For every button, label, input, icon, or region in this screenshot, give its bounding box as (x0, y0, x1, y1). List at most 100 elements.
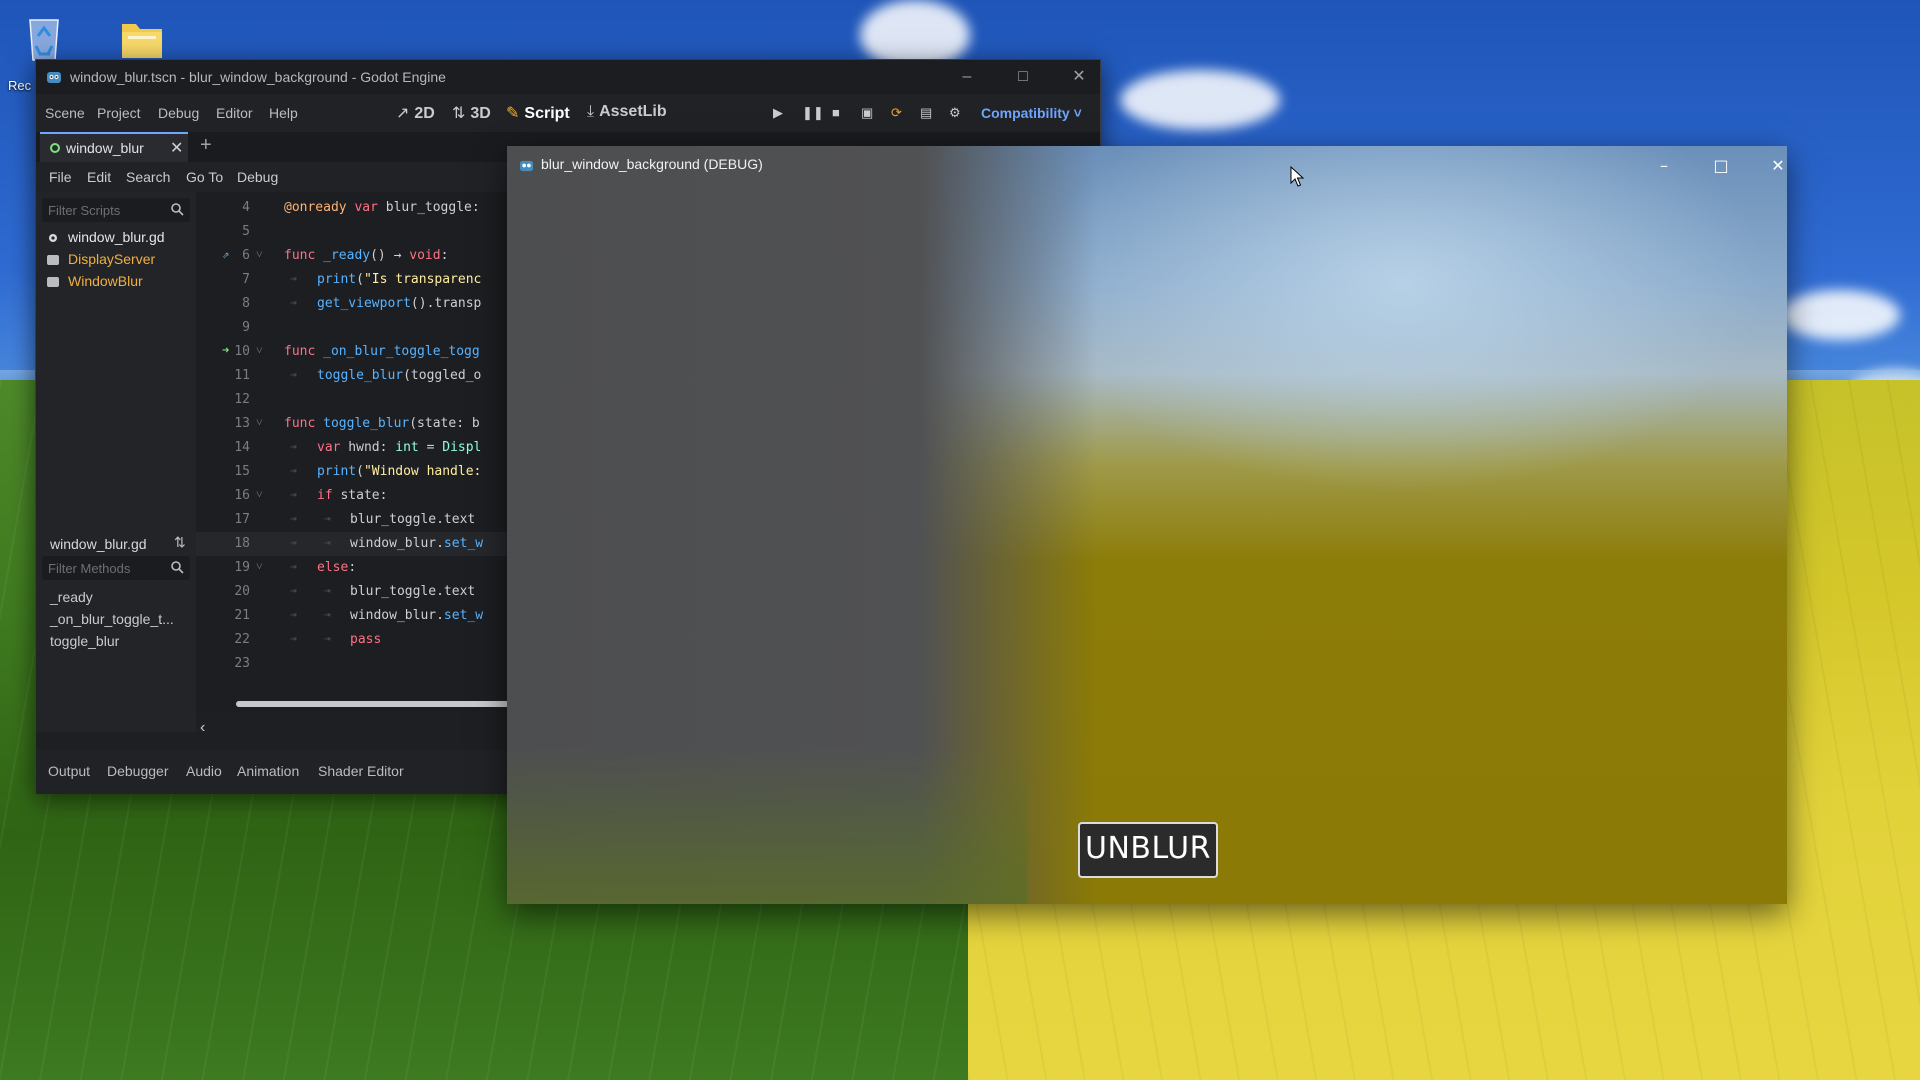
search-icon (171, 203, 184, 216)
blurred-field-region (507, 746, 1027, 904)
recycle-bin-icon (29, 19, 59, 61)
line-number: 6 (242, 248, 250, 263)
gear-icon (49, 234, 57, 242)
line-number: 21 (234, 608, 250, 623)
code-text: window_blur.set_w (350, 608, 484, 623)
method-item[interactable]: toggle_blur (50, 633, 119, 649)
mode-3d-button[interactable]: ⇅ 3D (452, 103, 491, 123)
fold-arrow-icon[interactable]: ˅ (256, 247, 263, 262)
script-menu-search[interactable]: Search (126, 169, 170, 185)
code-text: toggle_blur(toggled_o (317, 368, 482, 383)
line-number: 15 (234, 464, 250, 479)
game-close-button[interactable]: ✕ (1755, 152, 1787, 180)
line-number: 11 (234, 368, 250, 383)
line-number: 20 (234, 584, 250, 599)
script-item-label: WindowBlur (68, 273, 143, 289)
mode-assetlib-label: AssetLib (599, 103, 667, 120)
script-menu-goto[interactable]: Go To (186, 169, 223, 185)
code-text: var hwnd: int = Displ (317, 440, 482, 455)
tab-shader-editor[interactable]: Shader Editor (318, 763, 404, 779)
game-minimize-button[interactable]: – (1641, 152, 1687, 180)
method-item[interactable]: _ready (50, 589, 93, 605)
code-text: get_viewport().transp (317, 296, 482, 311)
tab-animation[interactable]: Animation (237, 763, 299, 779)
fold-arrow-icon[interactable]: ˅ (256, 559, 263, 574)
tab-marker-icon: ⇥ (290, 296, 297, 309)
game-debug-window: blur_window_background (DEBUG) – □ ✕ UNB… (507, 146, 1787, 904)
mode-2d-label: 2D (414, 105, 435, 122)
add-scene-tab-button[interactable]: + (200, 134, 212, 157)
methods-panel-title: window_blur.gd (50, 536, 147, 552)
menu-editor[interactable]: Editor (216, 105, 253, 121)
script-mode-icon: ✎ (506, 105, 520, 122)
tab-marker-icon: ⇥ (290, 536, 297, 549)
stop-button[interactable]: ■ (832, 105, 840, 120)
script-item-window-blur-gd[interactable]: window_blur.gd (46, 228, 186, 248)
script-item-label: window_blur.gd (68, 229, 165, 245)
game-maximize-button[interactable]: □ (1698, 152, 1744, 180)
filter-methods-box (42, 556, 190, 580)
line-number: 8 (242, 296, 250, 311)
line-number: 17 (234, 512, 250, 527)
code-text: if state: (317, 488, 388, 503)
menu-help[interactable]: Help (269, 105, 298, 121)
code-text: pass (350, 632, 382, 647)
reload-icon[interactable]: ⟳ (891, 105, 902, 121)
scene-tab-window-blur[interactable]: window_blur ✕ (40, 132, 188, 162)
menu-debug[interactable]: Debug (158, 105, 199, 121)
line-number: 4 (242, 200, 250, 215)
method-item[interactable]: _on_blur_toggle_t... (50, 611, 174, 627)
pause-button[interactable]: ❚❚ (802, 105, 824, 121)
line-number: 9 (242, 320, 250, 335)
tab-marker-icon: ⇥ (290, 368, 297, 381)
script-item-displayserver[interactable]: DisplayServer (46, 250, 186, 270)
collapse-panel-icon[interactable]: ‹ (200, 719, 205, 737)
line-number: 18 (234, 536, 250, 551)
fold-arrow-icon[interactable]: ˅ (256, 487, 263, 502)
tab-debugger[interactable]: Debugger (107, 763, 169, 779)
code-text: blur_toggle.text (350, 584, 476, 599)
minimize-button[interactable]: – (944, 64, 990, 90)
remote-debug-icon[interactable]: ▣ (861, 105, 873, 121)
mouse-cursor-icon (1290, 166, 1304, 187)
tab-audio[interactable]: Audio (186, 763, 222, 779)
script-item-windowblur[interactable]: WindowBlur (46, 272, 186, 292)
godot-logo-icon (519, 160, 534, 172)
movie-maker-icon[interactable]: ▤ (920, 105, 932, 121)
close-button[interactable]: ✕ (1056, 64, 1102, 90)
fold-arrow-icon[interactable]: ˅ (256, 343, 263, 358)
maximize-button[interactable]: □ (1000, 64, 1046, 90)
unblur-toggle-button[interactable]: UNBLUR (1078, 822, 1218, 878)
tab-marker-icon: ⇥ (324, 632, 331, 645)
mode-assetlib-button[interactable]: ⤓ AssetLib (587, 103, 667, 121)
line-number: 12 (234, 392, 250, 407)
3d-mode-icon: ⇅ (452, 105, 466, 122)
debug-settings-icon[interactable]: ⚙ (949, 105, 961, 121)
menu-project[interactable]: Project (97, 105, 141, 121)
mode-script-button[interactable]: ✎ Script (506, 103, 570, 123)
script-menu-file[interactable]: File (49, 169, 72, 185)
filter-methods-input[interactable] (48, 559, 166, 577)
folder-icon (122, 24, 162, 58)
line-number: 23 (234, 656, 250, 671)
close-tab-icon[interactable]: ✕ (170, 138, 183, 158)
mode-3d-label: 3D (470, 105, 491, 122)
line-number: 14 (234, 440, 250, 455)
mode-2d-button[interactable]: ↗ 2D (396, 103, 435, 123)
script-menu-edit[interactable]: Edit (87, 169, 111, 185)
sort-methods-icon[interactable]: ⇅ (174, 534, 186, 551)
game-title-bar[interactable]: blur_window_background (DEBUG) – □ ✕ (507, 146, 1787, 184)
game-window-title: blur_window_background (DEBUG) (541, 156, 763, 172)
filter-scripts-input[interactable] (48, 201, 166, 219)
line-number: 10 (234, 344, 250, 359)
tab-output[interactable]: Output (48, 763, 90, 779)
script-menu-debug[interactable]: Debug (237, 169, 278, 185)
renderer-selector[interactable]: Compatibility ˅ (981, 105, 1082, 121)
fold-arrow-icon[interactable]: ˅ (256, 415, 263, 430)
godot-title-bar[interactable]: window_blur.tscn - blur_window_backgroun… (36, 60, 1100, 94)
menu-scene[interactable]: Scene (45, 105, 85, 121)
tab-marker-icon: ⇥ (324, 536, 331, 549)
play-button[interactable]: ▶ (773, 105, 783, 121)
editor-menu-bar: Scene Project Debug Editor Help ↗ 2D ⇅ 3D … (36, 94, 1100, 132)
tab-marker-icon: ⇥ (290, 560, 297, 573)
